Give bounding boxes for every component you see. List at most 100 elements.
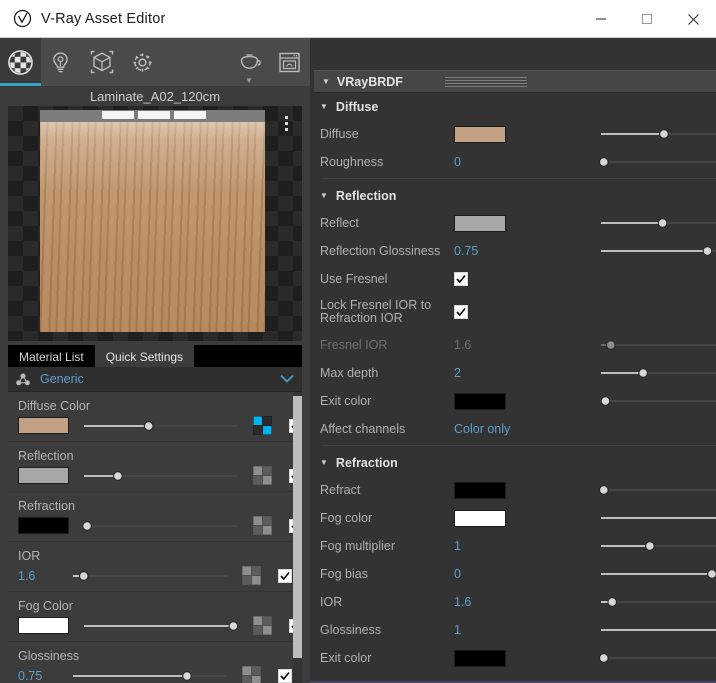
value-slider[interactable] [594, 216, 716, 230]
value-slider[interactable] [594, 244, 716, 258]
value-slider[interactable] [594, 483, 716, 497]
texture-slot-empty[interactable] [253, 616, 272, 635]
collapse-arrow-icon[interactable]: ▼ [320, 102, 328, 111]
value-label[interactable]: 0.75 [18, 669, 58, 683]
value-slider[interactable] [594, 366, 716, 380]
value-label[interactable]: 0.75 [454, 244, 478, 258]
material-type-row[interactable]: Generic [8, 367, 302, 392]
value-slider[interactable] [66, 669, 234, 683]
parameter-label: Fog bias [320, 566, 368, 581]
collapse-arrow-icon[interactable]: ▼ [320, 458, 328, 467]
section-separator [322, 178, 716, 179]
value-slider[interactable] [594, 651, 716, 665]
value-label[interactable]: 1 [454, 623, 461, 637]
value-slider[interactable] [77, 469, 245, 483]
value-slider[interactable] [594, 394, 716, 408]
left-scrollbar-track[interactable] [293, 392, 302, 683]
section-title: Refraction [335, 455, 398, 470]
value-label[interactable]: 2 [454, 366, 461, 380]
material-node-icon [16, 373, 30, 386]
toggle-checkbox[interactable] [454, 272, 468, 286]
parameter-value[interactable]: 2 [454, 366, 594, 380]
chevron-down-icon[interactable] [280, 372, 294, 386]
parameter-label: Roughness [320, 154, 384, 169]
color-swatch[interactable] [18, 417, 69, 434]
value-slider[interactable] [594, 338, 716, 352]
left-scrollbar-thumb[interactable] [293, 396, 302, 658]
value-slider[interactable] [77, 619, 245, 633]
collapse-arrow-icon[interactable]: ▼ [320, 191, 328, 200]
section-header-refraction[interactable]: ▼ Refraction [314, 449, 716, 476]
value-label[interactable]: 0 [454, 155, 461, 169]
value-label[interactable]: 1 [454, 539, 461, 553]
color-swatch[interactable] [454, 509, 506, 527]
brdf-header[interactable]: ▼ VRayBRDF i [314, 70, 716, 93]
color-swatch[interactable] [18, 517, 69, 534]
value-slider[interactable] [66, 569, 234, 583]
value-slider[interactable] [594, 511, 716, 525]
parameter-value[interactable] [454, 125, 594, 143]
parameter-value[interactable] [454, 392, 594, 410]
quick-setting-label: Diffuse Color [18, 399, 91, 413]
minimize-button[interactable] [578, 0, 624, 38]
parameter-value[interactable]: 0 [454, 567, 594, 581]
color-swatch[interactable] [454, 214, 506, 232]
texture-slot-empty[interactable] [242, 566, 261, 585]
texture-slot-empty[interactable] [253, 516, 272, 535]
parameter-value[interactable]: 1 [454, 539, 594, 553]
parameter-row: Fresnel IOR 1.6 [314, 331, 716, 359]
collapse-arrow-icon[interactable]: ▼ [322, 77, 330, 86]
toggle-checkbox[interactable] [454, 305, 468, 319]
material-preview[interactable] [8, 106, 302, 341]
settings-tab[interactable] [122, 38, 163, 86]
parameter-row: Max depth 2 [314, 359, 716, 387]
section-header-reflection[interactable]: ▼ Reflection [314, 182, 716, 209]
value-slider[interactable] [594, 155, 716, 169]
color-swatch[interactable] [454, 392, 506, 410]
enable-checkbox[interactable] [278, 668, 292, 683]
value-slider[interactable] [77, 419, 245, 433]
parameter-value[interactable] [454, 214, 594, 232]
texture-slot-empty[interactable] [242, 666, 261, 683]
color-swatch[interactable] [454, 481, 506, 499]
parameter-value[interactable]: 1.6 [454, 338, 594, 352]
value-slider[interactable] [594, 567, 716, 581]
value-slider[interactable] [594, 127, 716, 141]
maximize-button[interactable] [624, 0, 670, 38]
render-preview-tab[interactable]: ▼ [229, 38, 270, 86]
parameter-value[interactable]: 1 [454, 623, 594, 637]
parameter-value[interactable]: 0 [454, 155, 594, 169]
affect-channels-dropdown[interactable]: Color only [454, 422, 716, 436]
parameter-value[interactable]: 1.6 [454, 595, 594, 609]
value-slider[interactable] [594, 623, 716, 637]
color-swatch[interactable] [454, 649, 506, 667]
parameter-value[interactable] [454, 649, 594, 667]
value-slider[interactable] [594, 595, 716, 609]
value-slider[interactable] [594, 539, 716, 553]
geometry-tab[interactable] [81, 38, 122, 86]
value-label[interactable]: 1.6 [18, 569, 58, 583]
enable-checkbox[interactable] [278, 568, 292, 583]
parameter-value[interactable] [454, 481, 594, 499]
color-swatch[interactable] [18, 617, 69, 634]
texture-slot-empty[interactable] [253, 466, 272, 485]
texture-slot-filled[interactable] [253, 416, 272, 435]
quick-setting-row: Diffuse Color [8, 392, 302, 442]
close-button[interactable] [670, 0, 716, 38]
tab-material-list[interactable]: Material List [8, 345, 95, 367]
parameter-value[interactable]: 0.75 [454, 244, 594, 258]
render-window-tab[interactable] [269, 38, 310, 86]
parameter-value[interactable] [454, 509, 594, 527]
value-slider[interactable] [77, 519, 245, 533]
color-swatch[interactable] [18, 467, 69, 484]
value-label[interactable]: 1.6 [454, 338, 471, 352]
section-header-diffuse[interactable]: ▼ Diffuse [314, 93, 716, 120]
value-label[interactable]: 0 [454, 567, 461, 581]
lights-tab[interactable] [41, 38, 82, 86]
tab-quick-settings[interactable]: Quick Settings [94, 345, 195, 367]
materials-tab[interactable] [0, 38, 41, 86]
drag-handle-icon[interactable] [444, 76, 527, 87]
more-options-icon[interactable] [285, 116, 288, 131]
color-swatch[interactable] [454, 125, 506, 143]
value-label[interactable]: 1.6 [454, 595, 471, 609]
